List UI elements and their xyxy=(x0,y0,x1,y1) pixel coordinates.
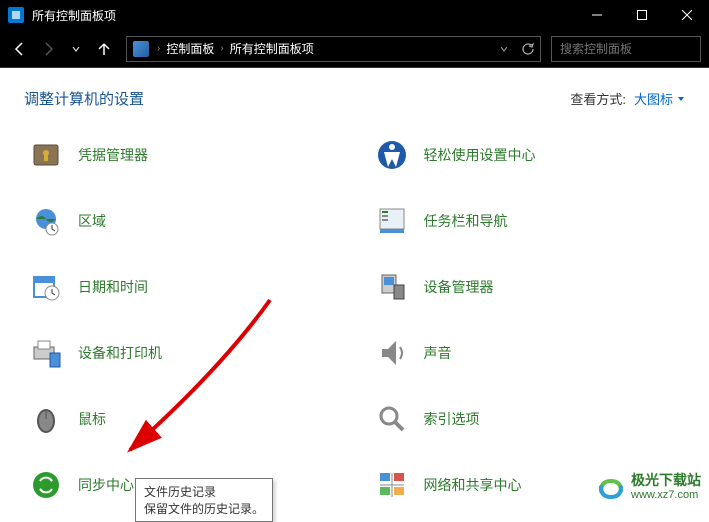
view-by-label: 查看方式: xyxy=(570,89,626,108)
item-label: 日期和时间 xyxy=(78,277,148,297)
item-label: 轻松使用设置中心 xyxy=(424,145,536,165)
title-bar: 所有控制面板项 xyxy=(0,0,709,30)
mouse-icon xyxy=(28,401,64,437)
search-box[interactable] xyxy=(551,36,701,62)
address-dropdown-button[interactable] xyxy=(492,37,516,61)
watermark-logo-icon xyxy=(597,473,625,501)
breadcrumb-sep-icon: › xyxy=(155,43,162,54)
maximize-button[interactable] xyxy=(619,0,664,30)
item-mouse[interactable]: 鼠标 xyxy=(24,397,340,441)
item-region[interactable]: 区域 xyxy=(24,199,340,243)
content-area: 调整计算机的设置 查看方式: 大图标 凭据管理器 轻松使用设置中心 区域 任务栏… xyxy=(0,68,709,508)
item-label: 网络和共享中心 xyxy=(424,475,522,495)
watermark-name: 极光下载站 xyxy=(631,472,701,489)
refresh-button[interactable] xyxy=(516,37,540,61)
content-header: 调整计算机的设置 查看方式: 大图标 xyxy=(24,88,685,109)
watermark: 极光下载站 www.xz7.com xyxy=(597,472,701,502)
devmgr-icon xyxy=(374,269,410,305)
breadcrumb-all-items[interactable]: 所有控制面板项 xyxy=(226,40,318,57)
page-heading: 调整计算机的设置 xyxy=(24,88,570,109)
devices-icon xyxy=(28,335,64,371)
minimize-button[interactable] xyxy=(574,0,619,30)
address-bar[interactable]: › 控制面板 › 所有控制面板项 xyxy=(126,36,541,62)
item-credential-manager[interactable]: 凭据管理器 xyxy=(24,133,340,177)
item-label: 声音 xyxy=(424,343,452,363)
item-label: 同步中心 xyxy=(78,475,134,495)
chevron-down-icon xyxy=(677,95,685,103)
close-button[interactable] xyxy=(664,0,709,30)
item-sound[interactable]: 声音 xyxy=(370,331,686,375)
item-label: 任务栏和导航 xyxy=(424,211,508,231)
recent-dropdown[interactable] xyxy=(64,37,88,61)
credential-icon xyxy=(28,137,64,173)
taskbar-icon xyxy=(374,203,410,239)
sync-icon xyxy=(28,467,64,503)
watermark-url: www.xz7.com xyxy=(631,489,701,502)
item-ease-of-access[interactable]: 轻松使用设置中心 xyxy=(370,133,686,177)
app-icon xyxy=(8,7,24,23)
network-icon xyxy=(374,467,410,503)
index-icon xyxy=(374,401,410,437)
item-label: 索引选项 xyxy=(424,409,480,429)
region-icon xyxy=(28,203,64,239)
ease-icon xyxy=(374,137,410,173)
item-label: 区域 xyxy=(78,211,106,231)
item-indexing[interactable]: 索引选项 xyxy=(370,397,686,441)
up-button[interactable] xyxy=(92,37,116,61)
item-device-manager[interactable]: 设备管理器 xyxy=(370,265,686,309)
breadcrumb-control-panel[interactable]: 控制面板 xyxy=(162,40,218,57)
sound-icon xyxy=(374,335,410,371)
item-label: 凭据管理器 xyxy=(78,145,148,165)
item-label: 设备管理器 xyxy=(424,277,494,297)
window-title: 所有控制面板项 xyxy=(32,7,574,24)
tooltip: 文件历史记录 保留文件的历史记录。 xyxy=(135,478,273,522)
search-input[interactable] xyxy=(552,42,709,56)
tooltip-title: 文件历史记录 xyxy=(144,483,264,500)
tooltip-desc: 保留文件的历史记录。 xyxy=(144,500,264,517)
item-devices-printers[interactable]: 设备和打印机 xyxy=(24,331,340,375)
item-label: 设备和打印机 xyxy=(78,343,162,363)
forward-button[interactable] xyxy=(36,37,60,61)
datetime-icon xyxy=(28,269,64,305)
nav-bar: › 控制面板 › 所有控制面板项 xyxy=(0,30,709,68)
item-label: 鼠标 xyxy=(78,409,106,429)
control-panel-icon xyxy=(133,41,149,57)
view-by-select[interactable]: 大图标 xyxy=(634,89,685,108)
view-by-value: 大图标 xyxy=(634,89,673,108)
items-grid: 凭据管理器 轻松使用设置中心 区域 任务栏和导航 日期和时间 设备管理器 设备和… xyxy=(24,133,685,508)
item-datetime[interactable]: 日期和时间 xyxy=(24,265,340,309)
back-button[interactable] xyxy=(8,37,32,61)
item-taskbar[interactable]: 任务栏和导航 xyxy=(370,199,686,243)
breadcrumb-sep-icon: › xyxy=(218,43,225,54)
